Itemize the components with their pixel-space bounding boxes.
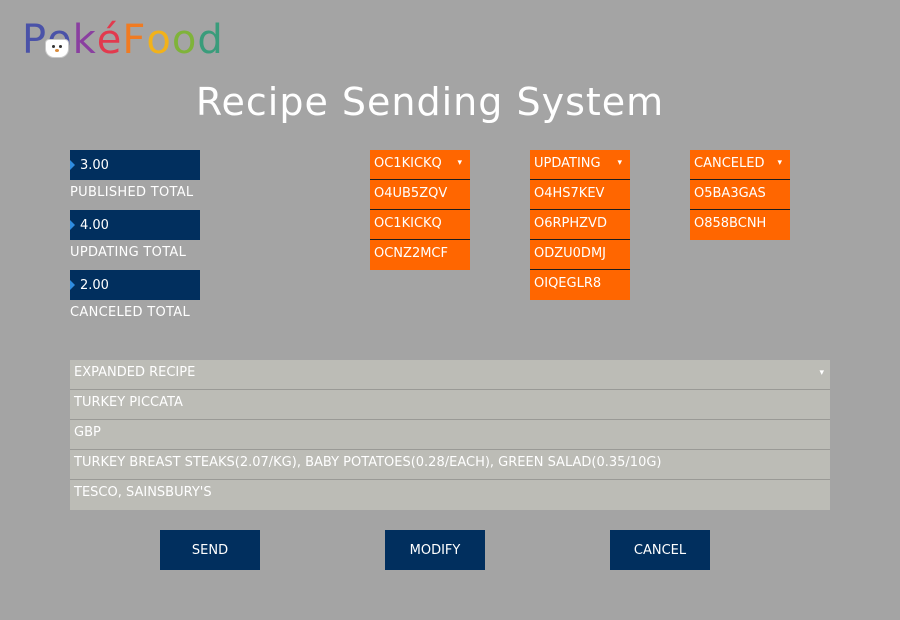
list-item[interactable]: O5BA3GAS [690,180,790,210]
expanded-recipe-dropdown[interactable]: EXPANDED RECIPE ▾ [70,360,830,390]
cancel-button[interactable]: CANCEL [610,530,710,570]
logo-letter: o [146,17,172,63]
chevron-down-icon: ▾ [819,368,824,378]
logo-letter: P [22,17,48,63]
pokefood-logo: PokéFood [22,18,224,62]
chevron-down-icon: ▾ [617,158,622,168]
recipe-panel: EXPANDED RECIPE ▾ TURKEY PICCATA GBP TUR… [70,360,830,510]
modify-button[interactable]: MODIFY [385,530,485,570]
canceled-total-field[interactable]: 2.00 [70,270,200,300]
list-item[interactable]: OCNZ2MCF [370,240,470,270]
published-list: OC1KICKQ ▾ O4UB5ZQV OC1KICKQ OCNZ2MCF [370,150,470,270]
list-item[interactable]: O4UB5ZQV [370,180,470,210]
list-item[interactable]: ODZU0DMJ [530,240,630,270]
dropdown-value: UPDATING [534,156,601,171]
chevron-down-icon: ▾ [777,158,782,168]
recipe-ingredients-row[interactable]: TURKEY BREAST STEAKS(2.07/KG), BABY POTA… [70,450,830,480]
list-item[interactable]: OC1KICKQ [370,210,470,240]
recipe-name-row[interactable]: TURKEY PICCATA [70,390,830,420]
logo-letter: é [96,17,123,63]
recipe-currency-row[interactable]: GBP [70,420,830,450]
list-item[interactable]: OIQEGLR8 [530,270,630,300]
canceled-dropdown[interactable]: CANCELED ▾ [690,150,790,180]
dropdown-value: EXPANDED RECIPE [74,365,196,380]
chef-face-icon [46,40,68,57]
dropdown-value: OC1KICKQ [374,156,442,171]
updating-dropdown[interactable]: UPDATING ▾ [530,150,630,180]
canceled-list: CANCELED ▾ O5BA3GAS O858BCNH [690,150,790,240]
logo-letter: k [72,17,97,63]
logo-letter: F [122,17,147,63]
canceled-total-label: CANCELED TOTAL [70,305,191,320]
published-total-field[interactable]: 3.00 [70,150,200,180]
published-dropdown[interactable]: OC1KICKQ ▾ [370,150,470,180]
recipe-stores-row[interactable]: TESCO, SAINSBURY'S [70,480,830,510]
list-item[interactable]: O858BCNH [690,210,790,240]
list-item[interactable]: O6RPHZVD [530,210,630,240]
updating-list: UPDATING ▾ O4HS7KEV O6RPHZVD ODZU0DMJ OI… [530,150,630,300]
logo-letter: d [197,17,224,63]
page-title: Recipe Sending System [195,80,665,124]
updating-total-field[interactable]: 4.00 [70,210,200,240]
logo-letter: o [171,17,198,63]
updating-total-label: UPDATING TOTAL [70,245,187,260]
list-item[interactable]: O4HS7KEV [530,180,630,210]
published-total-label: PUBLISHED TOTAL [70,185,194,200]
send-button[interactable]: SEND [160,530,260,570]
dropdown-value: CANCELED [694,156,765,171]
chevron-down-icon: ▾ [457,158,462,168]
